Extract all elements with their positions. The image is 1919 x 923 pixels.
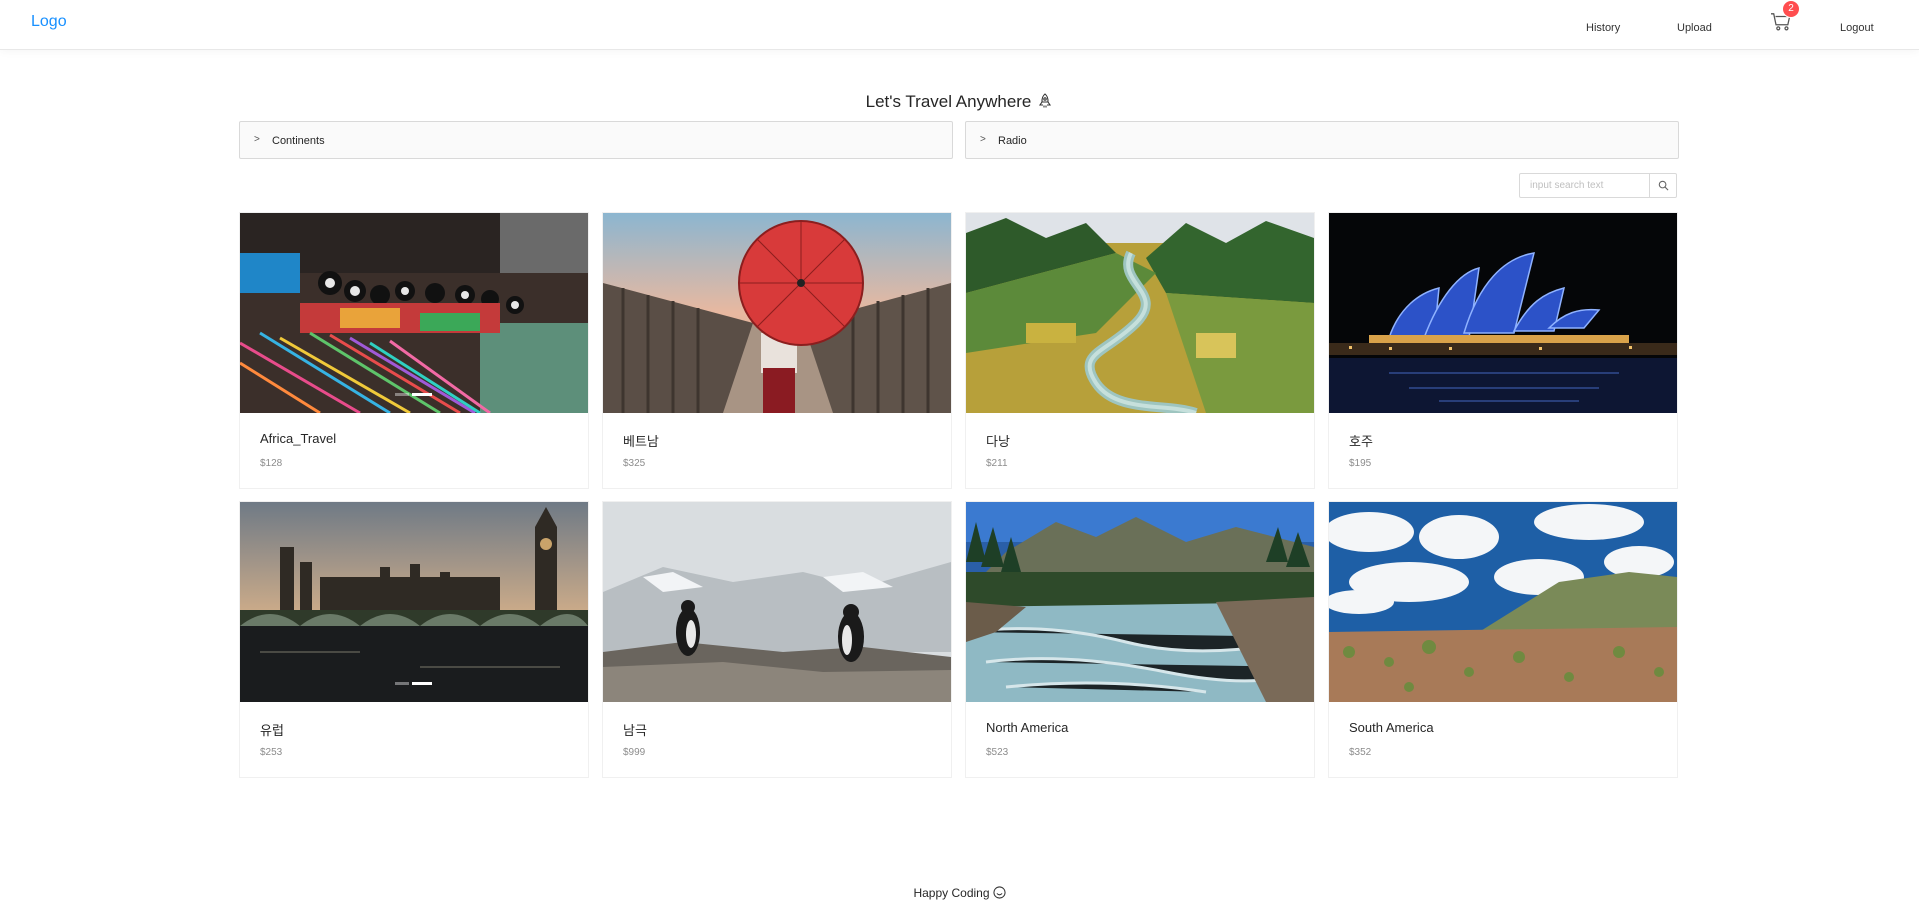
radio-filter-panel[interactable]: > Radio [965, 121, 1679, 159]
product-card[interactable]: South America $352 [1328, 501, 1678, 778]
product-price: $253 [260, 747, 283, 758]
chevron-right-icon: > [980, 134, 986, 145]
product-price: $325 [623, 458, 646, 469]
london-photo [240, 502, 588, 702]
product-name[interactable]: South America [1349, 720, 1434, 735]
product-card[interactable]: North America $523 [965, 501, 1315, 778]
market-photo [240, 213, 588, 413]
logo[interactable]: Logo [31, 13, 67, 31]
product-image-carousel[interactable] [240, 502, 588, 702]
product-image-carousel[interactable] [1329, 502, 1677, 702]
product-price: $128 [260, 458, 283, 469]
product-image-carousel[interactable] [603, 213, 951, 413]
cart-count-badge: 2 [1783, 1, 1799, 17]
opera-house-photo [1329, 213, 1677, 413]
search-input[interactable] [1520, 174, 1650, 197]
umbrella-bridge-photo [603, 213, 951, 413]
product-name[interactable]: 베트남 [623, 431, 659, 450]
top-navbar: Logo History Upload 2 Logout [0, 0, 1919, 50]
carousel-dots[interactable] [395, 682, 432, 685]
product-price: $352 [1349, 747, 1372, 758]
product-image-carousel[interactable] [966, 502, 1314, 702]
penguins-photo [603, 502, 951, 702]
product-price: $999 [623, 747, 646, 758]
nav-history-link[interactable]: History [1586, 22, 1620, 34]
search-icon [1658, 180, 1668, 191]
smile-icon [992, 886, 1006, 899]
product-price: $523 [986, 747, 1009, 758]
product-image-carousel[interactable] [240, 213, 588, 413]
product-price: $195 [1349, 458, 1372, 469]
product-name[interactable]: North America [986, 720, 1068, 735]
product-card[interactable]: 남극 $999 [602, 501, 952, 778]
continents-filter-panel[interactable]: > Continents [239, 121, 953, 159]
product-name[interactable]: 유럽 [260, 720, 284, 739]
continents-filter-label: Continents [272, 135, 325, 147]
valley-photo [966, 213, 1314, 413]
carousel-dots[interactable] [395, 393, 432, 396]
product-card[interactable]: Africa_Travel $128 [239, 212, 589, 489]
page-title-text: Let's Travel Anywhere [865, 92, 1032, 111]
product-name[interactable]: Africa_Travel [260, 431, 336, 446]
product-card[interactable]: 다낭 $211 [965, 212, 1315, 489]
product-name[interactable]: 남극 [623, 720, 647, 739]
savanna-photo [1329, 502, 1677, 702]
product-name[interactable]: 호주 [1349, 431, 1373, 450]
radio-filter-label: Radio [998, 135, 1027, 147]
nav-upload-link[interactable]: Upload [1677, 22, 1712, 34]
nav-logout-link[interactable]: Logout [1840, 22, 1874, 34]
product-image-carousel[interactable] [603, 502, 951, 702]
footer-text: Happy Coding [913, 886, 990, 900]
search-button[interactable] [1649, 174, 1676, 197]
river-photo [966, 502, 1314, 702]
page-title: Let's Travel Anywhere [0, 92, 1919, 112]
product-image-carousel[interactable] [966, 213, 1314, 413]
footer: Happy Coding [0, 886, 1919, 900]
product-card[interactable]: 호주 $195 [1328, 212, 1678, 489]
search-box [1519, 173, 1677, 198]
chevron-right-icon: > [254, 134, 260, 145]
product-name[interactable]: 다낭 [986, 431, 1010, 450]
product-card[interactable]: 유럽 $253 [239, 501, 589, 778]
product-image-carousel[interactable] [1329, 213, 1677, 413]
product-card[interactable]: 베트남 $325 [602, 212, 952, 489]
rocket-icon [1039, 93, 1052, 108]
product-price: $211 [986, 458, 1008, 469]
